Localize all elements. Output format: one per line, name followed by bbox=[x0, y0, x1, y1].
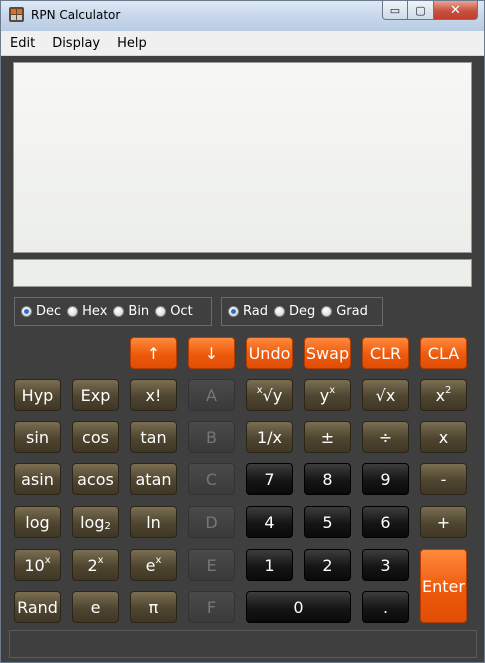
window-title: RPN Calculator bbox=[31, 8, 121, 22]
digit-0-button[interactable]: 0 bbox=[246, 591, 351, 623]
pi-button[interactable]: π bbox=[130, 591, 177, 623]
divide-button[interactable]: ÷ bbox=[362, 421, 409, 453]
maximize-icon: ▢ bbox=[415, 3, 426, 17]
hex-f-button[interactable]: F bbox=[188, 591, 235, 623]
power-button[interactable]: yx bbox=[304, 379, 351, 411]
menu-bar: Edit Display Help bbox=[1, 31, 484, 56]
maximize-button[interactable]: ▢ bbox=[408, 1, 434, 20]
radio-grad[interactable]: Grad bbox=[321, 304, 368, 319]
ln-button[interactable]: ln bbox=[130, 506, 177, 538]
arrow-up-icon: ↑ bbox=[146, 343, 161, 363]
tan-button[interactable]: tan bbox=[130, 421, 177, 453]
digit-9-button[interactable]: 9 bbox=[362, 463, 409, 495]
radio-icon bbox=[67, 306, 79, 317]
cos-button[interactable]: cos bbox=[72, 421, 119, 453]
digit-1-button[interactable]: 1 bbox=[246, 549, 293, 581]
number-base-group: Dec Hex Bin Oct bbox=[14, 297, 212, 326]
acos-button[interactable]: acos bbox=[72, 463, 119, 495]
radio-icon bbox=[113, 306, 125, 317]
asin-button[interactable]: asin bbox=[14, 463, 61, 495]
window-controls: ▭ ▢ ✕ bbox=[382, 1, 478, 21]
negate-button[interactable]: ± bbox=[304, 421, 351, 453]
pow10-button[interactable]: 10 x bbox=[14, 549, 61, 581]
close-icon: ✕ bbox=[450, 2, 461, 18]
exp-button[interactable]: Exp bbox=[72, 379, 119, 411]
roll-down-button[interactable]: ↓ bbox=[188, 337, 235, 369]
minimize-button[interactable]: ▭ bbox=[382, 1, 408, 20]
digit-5-button[interactable]: 5 bbox=[304, 506, 351, 538]
radio-icon bbox=[273, 306, 285, 317]
random-button[interactable]: Rand bbox=[14, 591, 61, 623]
radio-icon bbox=[321, 306, 333, 317]
swap-button[interactable]: Swap bbox=[304, 337, 351, 369]
xth-root-button[interactable]: x √y bbox=[246, 379, 293, 411]
square-button[interactable]: x2 bbox=[420, 379, 467, 411]
log-button[interactable]: log bbox=[14, 506, 61, 538]
angle-mode-group: Rad Deg Grad bbox=[221, 297, 383, 326]
radio-rad[interactable]: Rad bbox=[228, 304, 268, 319]
radio-icon bbox=[155, 306, 167, 317]
factorial-button[interactable]: x! bbox=[130, 379, 177, 411]
digit-2-button[interactable]: 2 bbox=[304, 549, 351, 581]
calculator-window: RPN Calculator ▭ ▢ ✕ Edit Display Help D… bbox=[0, 0, 485, 663]
hyp-button[interactable]: Hyp bbox=[14, 379, 61, 411]
digit-6-button[interactable]: 6 bbox=[362, 506, 409, 538]
radio-bin[interactable]: Bin bbox=[113, 304, 149, 319]
decimal-point-button[interactable]: . bbox=[362, 591, 409, 623]
hex-a-button[interactable]: A bbox=[188, 379, 235, 411]
radio-selected-icon bbox=[21, 306, 32, 317]
menu-edit[interactable]: Edit bbox=[1, 36, 35, 51]
clear-all-button[interactable]: CLA bbox=[420, 337, 467, 369]
multiply-button[interactable]: x bbox=[420, 421, 467, 453]
sqrt-button[interactable]: √x bbox=[362, 379, 409, 411]
arrow-down-icon: ↓ bbox=[204, 343, 219, 363]
digit-8-button[interactable]: 8 bbox=[304, 463, 351, 495]
sin-button[interactable]: sin bbox=[14, 421, 61, 453]
hex-b-button[interactable]: B bbox=[188, 421, 235, 453]
hex-e-button[interactable]: E bbox=[188, 549, 235, 581]
add-button[interactable]: + bbox=[420, 506, 467, 538]
stack-display bbox=[13, 62, 472, 253]
exp-e-button[interactable]: ex bbox=[130, 549, 177, 581]
close-button[interactable]: ✕ bbox=[434, 1, 478, 20]
menu-help[interactable]: Help bbox=[100, 36, 147, 51]
e-constant-button[interactable]: e bbox=[72, 591, 119, 623]
roll-up-button[interactable]: ↑ bbox=[130, 337, 177, 369]
radio-selected-icon bbox=[228, 306, 239, 317]
reciprocal-button[interactable]: 1/x bbox=[246, 421, 293, 453]
clear-button[interactable]: CLR bbox=[362, 337, 409, 369]
calculator-app-icon bbox=[9, 7, 24, 22]
status-bar bbox=[9, 630, 477, 658]
digit-4-button[interactable]: 4 bbox=[246, 506, 293, 538]
enter-button[interactable]: Enter bbox=[420, 549, 467, 623]
minimize-icon: ▭ bbox=[389, 3, 401, 17]
hex-d-button[interactable]: D bbox=[188, 506, 235, 538]
log2-button[interactable]: log 2 bbox=[72, 506, 119, 538]
undo-button[interactable]: Undo bbox=[246, 337, 293, 369]
radio-oct[interactable]: Oct bbox=[155, 304, 193, 319]
pow2-button[interactable]: 2x bbox=[72, 549, 119, 581]
radio-deg[interactable]: Deg bbox=[273, 304, 315, 319]
menu-display[interactable]: Display bbox=[35, 36, 100, 51]
digit-3-button[interactable]: 3 bbox=[362, 549, 409, 581]
radio-hex[interactable]: Hex bbox=[67, 304, 107, 319]
radio-dec[interactable]: Dec bbox=[21, 304, 61, 319]
title-bar[interactable]: RPN Calculator ▭ ▢ ✕ bbox=[1, 1, 484, 31]
hex-c-button[interactable]: C bbox=[188, 463, 235, 495]
atan-button[interactable]: atan bbox=[130, 463, 177, 495]
digit-7-button[interactable]: 7 bbox=[246, 463, 293, 495]
entry-field[interactable] bbox=[13, 259, 472, 287]
subtract-button[interactable]: - bbox=[420, 463, 467, 495]
